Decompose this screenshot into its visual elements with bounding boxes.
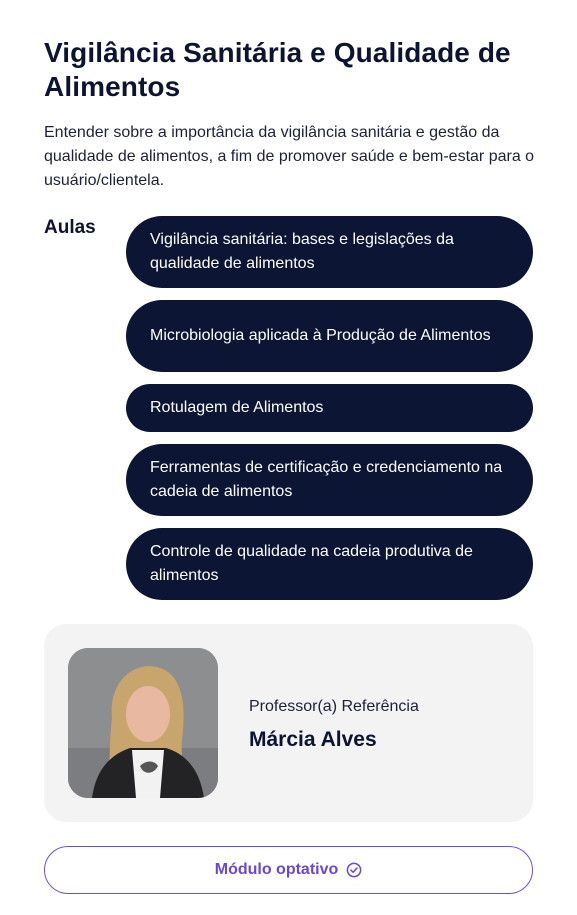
- lesson-item[interactable]: Controle de qualidade na cadeia produtiv…: [126, 528, 533, 600]
- teacher-photo: [68, 648, 218, 798]
- teacher-card: [44, 624, 533, 822]
- teacher-avatar: [68, 648, 218, 798]
- teacher-name: Márcia Alves: [249, 728, 377, 751]
- lesson-item[interactable]: Ferramentas de certificação e credenciam…: [126, 444, 533, 516]
- teacher-role: Professor(a) Referência: [249, 698, 419, 715]
- lesson-item[interactable]: Vigilância sanitária: bases e legislaçõe…: [126, 216, 533, 288]
- elective-module-label: Módulo optativo: [214, 861, 339, 878]
- lesson-item[interactable]: Rotulagem de Alimentos: [126, 384, 533, 432]
- module-description: Entender sobre a importância da vigilânc…: [44, 124, 535, 189]
- check-circle-icon: [346, 862, 362, 878]
- lesson-list: Vigilância sanitária: bases e legislaçõe…: [126, 216, 533, 612]
- module-title: Vigilância Sanitária e Qualidade de Alim…: [44, 37, 511, 102]
- elective-module-button[interactable]: Módulo optativo: [44, 846, 533, 894]
- lesson-item[interactable]: Microbiologia aplicada à Produção de Ali…: [126, 300, 533, 372]
- lessons-label: Aulas: [44, 217, 96, 238]
